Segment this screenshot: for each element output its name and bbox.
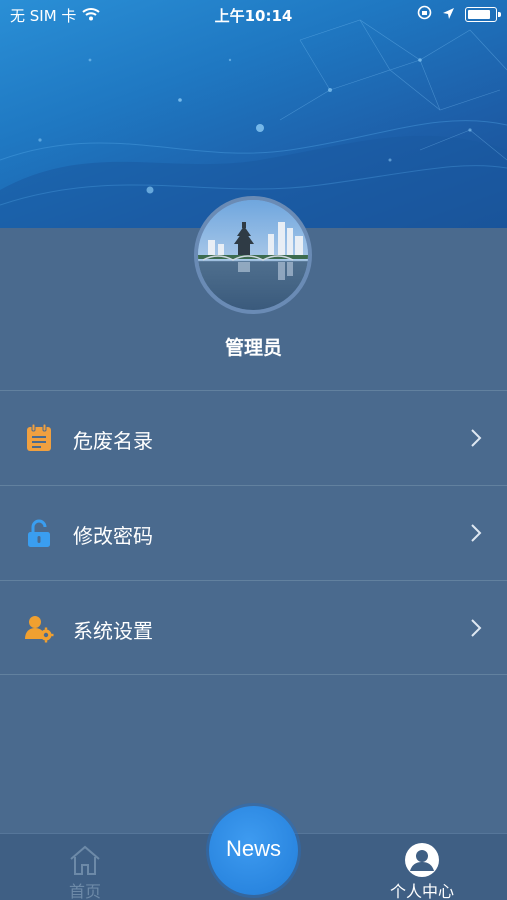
tab-home-label: 首页 [68, 882, 101, 900]
tab-home[interactable]: 首页 [25, 834, 145, 900]
tab-profile[interactable]: 个人中心 [362, 834, 482, 900]
menu-item-system-settings[interactable]: 系统设置 [0, 580, 507, 675]
unlock-icon [24, 518, 54, 548]
news-button[interactable]: News [209, 806, 298, 895]
city-skyline-image [198, 200, 308, 310]
clipboard-icon [24, 423, 54, 453]
status-bar-right [417, 5, 501, 24]
menu-item-change-password[interactable]: 修改密码 [0, 485, 507, 580]
menu-item-label: 危废名录 [73, 429, 153, 453]
orientation-lock-icon [417, 5, 432, 24]
battery-fill [468, 10, 491, 19]
chevron-right-icon [469, 522, 483, 544]
location-arrow-icon [442, 6, 455, 24]
menu-item-label: 系统设置 [73, 619, 153, 643]
chevron-right-icon [469, 427, 483, 449]
battery-icon [465, 7, 501, 22]
tab-profile-label: 个人中心 [389, 882, 454, 900]
menu-item-label: 修改密码 [73, 524, 153, 548]
user-name: 管理员 [224, 337, 282, 359]
avatar[interactable] [194, 196, 312, 314]
home-icon [67, 842, 103, 878]
user-settings-icon [24, 613, 54, 643]
banner-network-graphic [0, 19, 507, 228]
profile-menu: 危废名录 修改密码 系统设置 [0, 390, 507, 675]
status-bar: 无 SIM 卡 上午10:14 [0, 0, 507, 30]
news-button-label: News [225, 836, 281, 861]
user-circle-icon [404, 842, 440, 878]
header-banner [0, 0, 507, 228]
chevron-right-icon [469, 617, 483, 639]
menu-item-waste-catalog[interactable]: 危废名录 [0, 390, 507, 485]
